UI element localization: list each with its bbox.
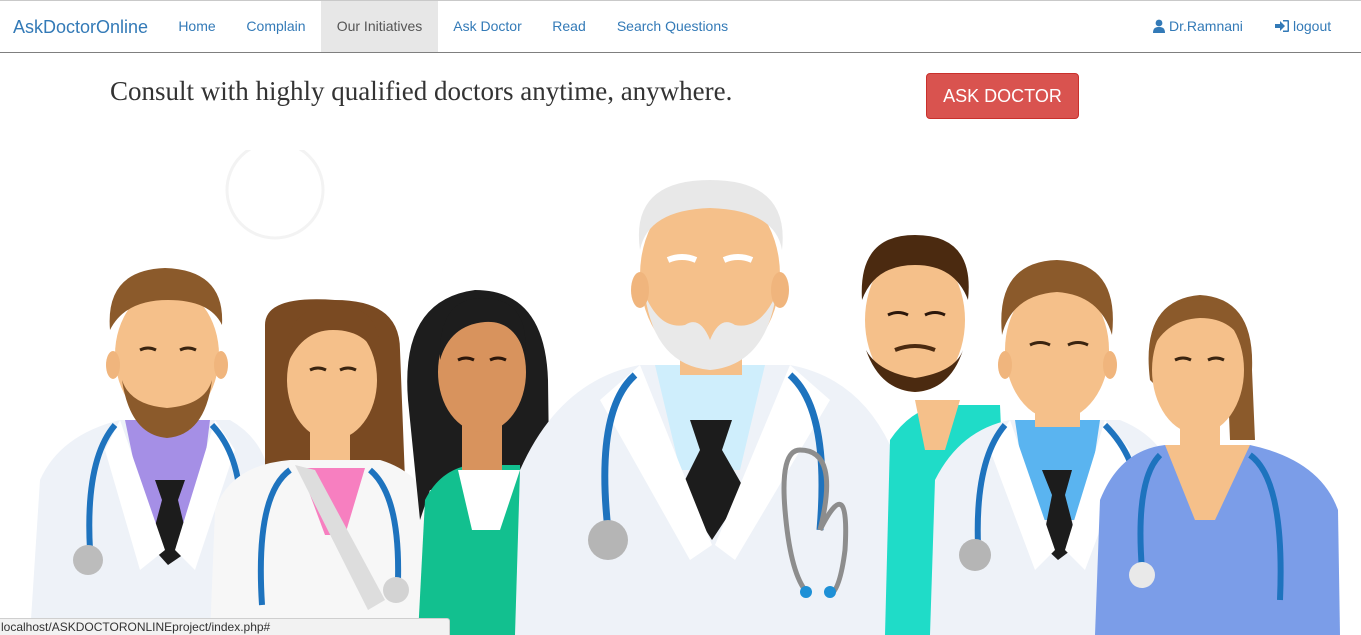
browser-status-url: localhost/ASKDOCTORONLINEproject/index.p… [0, 618, 450, 635]
top-navbar: AskDoctorOnline Home Complain Our Initia… [0, 0, 1361, 53]
log-in-icon [1275, 20, 1289, 32]
brand-link[interactable]: AskDoctorOnline [13, 17, 148, 38]
nav-ask-doctor[interactable]: Ask Doctor [438, 1, 537, 52]
user-profile-link[interactable]: Dr.Ramnani [1152, 1, 1243, 52]
doctors-group-illustration [30, 150, 1340, 635]
ask-doctor-button[interactable]: ASK DOCTOR [926, 73, 1079, 119]
hero-tagline: Consult with highly qualified doctors an… [110, 76, 733, 106]
nav-read[interactable]: Read [537, 1, 601, 52]
nav-home[interactable]: Home [163, 1, 231, 52]
logout-link[interactable]: logout [1275, 1, 1331, 52]
nav-complain[interactable]: Complain [231, 1, 321, 52]
logout-label: logout [1293, 18, 1332, 34]
nav-our-initiatives[interactable]: Our Initiatives [321, 1, 438, 52]
doctor-7-figure [1095, 295, 1340, 635]
nav-search-questions[interactable]: Search Questions [601, 1, 744, 52]
doctor-4-figure [515, 180, 905, 635]
user-name: Dr.Ramnani [1169, 18, 1243, 34]
user-icon [1153, 19, 1165, 33]
